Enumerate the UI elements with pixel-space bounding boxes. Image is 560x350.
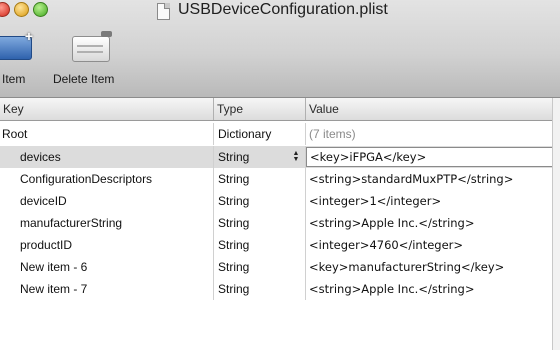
plist-table: Root Dictionary (7 items) devices String… bbox=[0, 121, 560, 350]
table-row[interactable]: manufacturerString String <string>Apple … bbox=[0, 212, 560, 234]
add-item-icon[interactable]: + bbox=[0, 29, 33, 60]
row-key: New item - 6 bbox=[0, 256, 214, 278]
row-value: <integer>1</integer> bbox=[309, 194, 442, 208]
window-title: USBDeviceConfiguration.plist bbox=[178, 1, 388, 18]
row-type: String bbox=[214, 234, 306, 256]
column-header-type[interactable]: Type bbox=[214, 98, 306, 120]
row-type: String bbox=[214, 212, 306, 234]
column-header-key[interactable]: Key bbox=[0, 98, 214, 120]
window-toolbar: USBDeviceConfiguration.plist + d Item De… bbox=[0, 0, 560, 98]
row-key: ConfigurationDescriptors bbox=[0, 168, 214, 190]
table-row[interactable]: deviceID String <integer>1</integer> bbox=[0, 190, 560, 212]
close-window-button[interactable] bbox=[0, 2, 10, 17]
document-icon bbox=[157, 3, 170, 20]
row-value: (7 items) bbox=[309, 127, 356, 141]
table-row[interactable]: New item - 7 String <string>Apple Inc.</… bbox=[0, 278, 560, 300]
row-type: Dictionary bbox=[214, 123, 306, 145]
row-value: <key>manufacturerString</key> bbox=[309, 260, 505, 274]
row-value: <string>standardMuxPTP</string> bbox=[309, 172, 514, 186]
row-key: productID bbox=[0, 234, 214, 256]
table-row-root[interactable]: Root Dictionary (7 items) bbox=[0, 123, 560, 145]
popup-arrows-icon[interactable]: ▲ ▼ bbox=[292, 150, 300, 163]
add-item-button[interactable]: d Item bbox=[0, 72, 25, 86]
table-row[interactable]: New item - 6 String <key>manufacturerStr… bbox=[0, 256, 560, 278]
row-type: String bbox=[214, 278, 306, 300]
delete-item-button[interactable]: Delete Item bbox=[53, 72, 114, 86]
minus-icon bbox=[101, 31, 112, 37]
row-value: <string>Apple Inc.</string> bbox=[309, 216, 475, 230]
vertical-scrollbar[interactable] bbox=[552, 98, 560, 350]
plus-icon: + bbox=[24, 28, 34, 44]
column-header-value[interactable]: Value bbox=[306, 98, 560, 120]
table-row-selected[interactable]: devices String ▲ ▼ <key>iFPGA</key> bbox=[0, 146, 560, 168]
row-type: String bbox=[214, 168, 306, 190]
column-header-row: Key Type Value bbox=[0, 98, 560, 121]
row-value: <integer>4760</integer> bbox=[309, 238, 464, 252]
value-edit-field[interactable]: <key>iFPGA</key> bbox=[306, 147, 556, 167]
row-key: deviceID bbox=[0, 190, 214, 212]
row-type: String bbox=[214, 190, 306, 212]
minimize-window-button[interactable] bbox=[14, 2, 29, 17]
row-key: Root bbox=[0, 123, 214, 145]
zoom-window-button[interactable] bbox=[33, 2, 48, 17]
row-type: String bbox=[214, 256, 306, 278]
row-value: <string>Apple Inc.</string> bbox=[309, 282, 475, 296]
delete-item-icon[interactable] bbox=[72, 31, 112, 62]
row-key: manufacturerString bbox=[0, 212, 214, 234]
row-key: New item - 7 bbox=[0, 278, 214, 300]
row-key: devices bbox=[0, 146, 214, 168]
table-row[interactable]: ConfigurationDescriptors String <string>… bbox=[0, 168, 560, 190]
table-row[interactable]: productID String <integer>4760</integer> bbox=[0, 234, 560, 256]
